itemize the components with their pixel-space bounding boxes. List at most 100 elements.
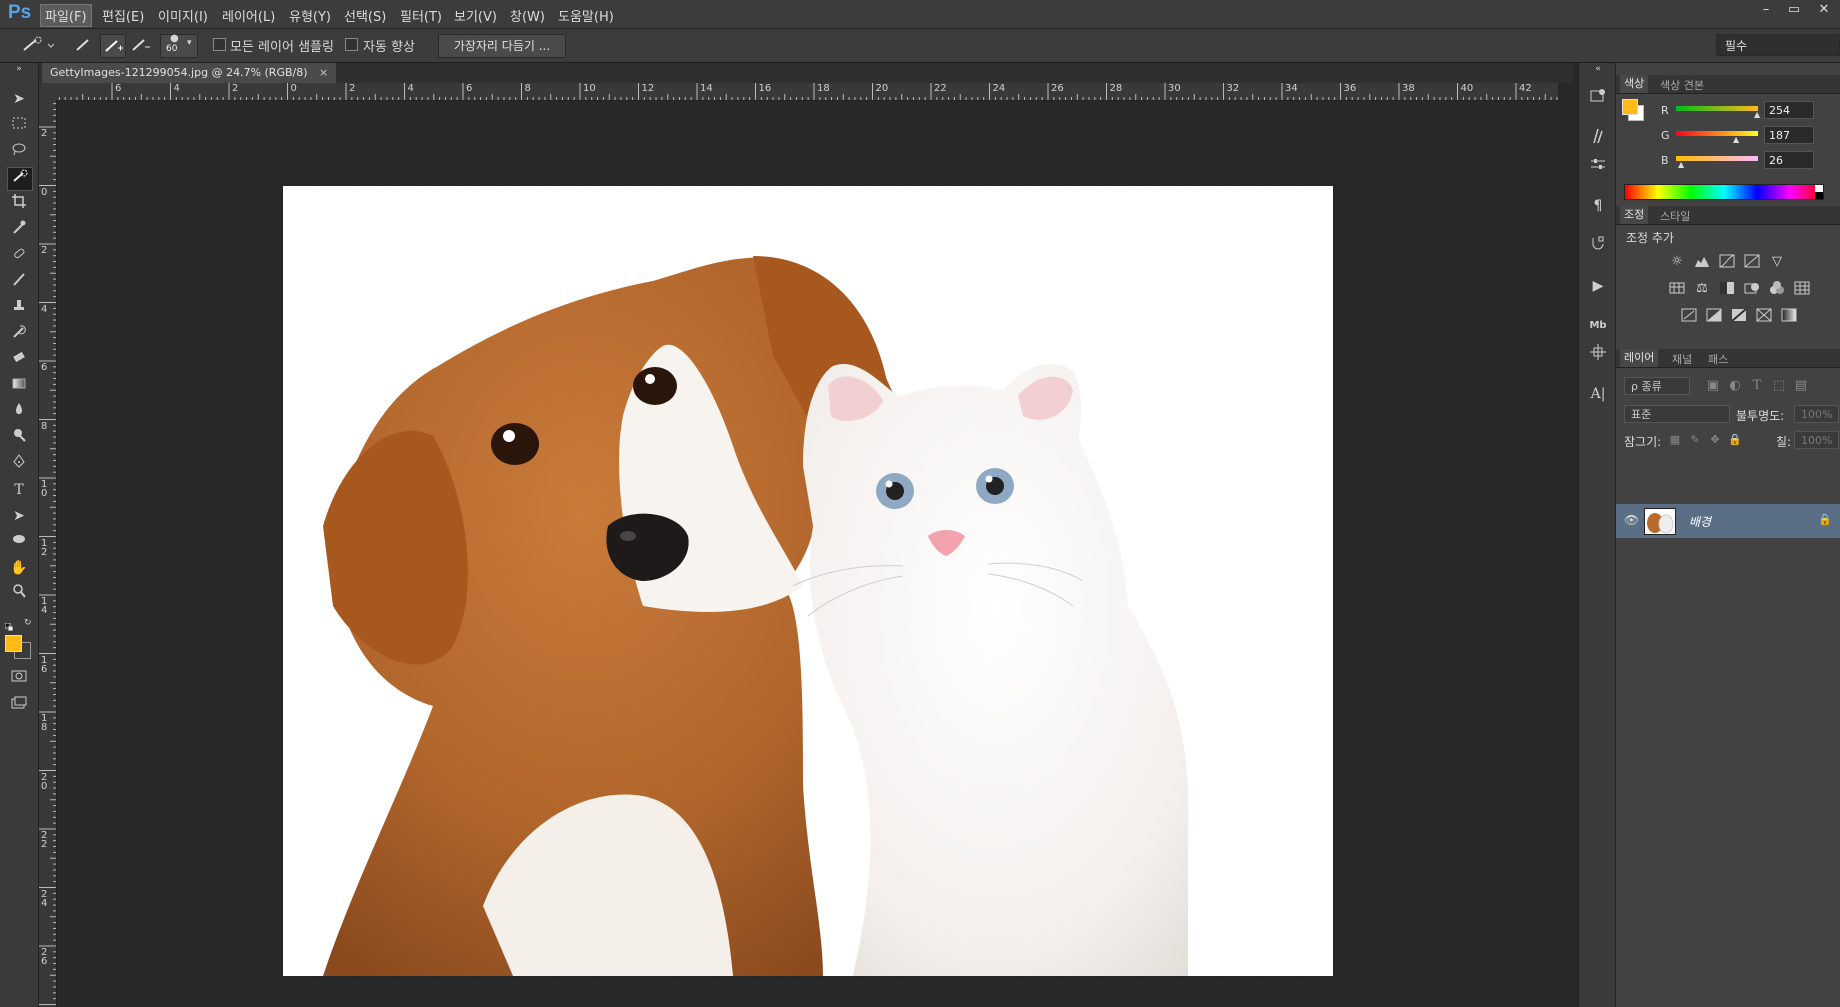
opacity-field[interactable]: 100% (1794, 405, 1839, 423)
actions-play-icon[interactable]: ▶ (1587, 275, 1609, 297)
lock-transparent-icon[interactable]: ▦ (1666, 432, 1684, 448)
new-selection-brush-icon[interactable] (72, 34, 96, 56)
add-to-selection-brush-icon[interactable] (100, 34, 126, 58)
auto-enhance-checkbox[interactable] (345, 38, 358, 51)
selective-color-icon[interactable] (1755, 308, 1773, 324)
menu-image[interactable]: 이미지(I) (154, 5, 212, 26)
menu-window[interactable]: 창(W) (506, 5, 549, 26)
red-slider-thumb[interactable]: ▲ (1754, 110, 1760, 119)
posterize-icon[interactable] (1705, 308, 1723, 324)
lock-all-icon[interactable]: 🔒 (1726, 432, 1744, 448)
color-lookup-icon[interactable] (1793, 281, 1811, 297)
history-brush-tool-icon[interactable] (7, 323, 31, 345)
visibility-eye-icon[interactable]: 👁 (1624, 513, 1639, 527)
ellipse-tool-icon[interactable] (7, 531, 31, 553)
blue-value-field[interactable]: 26 (1764, 151, 1814, 169)
hand-tool-icon[interactable]: ✋ (7, 557, 31, 579)
menu-edit[interactable]: 편집(E) (98, 5, 148, 26)
lasso-tool-icon[interactable] (7, 141, 31, 163)
sample-all-layers-checkbox[interactable] (213, 38, 226, 51)
filter-smart-object-icon[interactable]: ▤ (1792, 378, 1810, 394)
tab-layers[interactable]: 레이어 (1620, 349, 1659, 367)
green-slider-thumb[interactable]: ▲ (1733, 135, 1739, 144)
threshold-icon[interactable] (1730, 308, 1748, 324)
eraser-tool-icon[interactable] (7, 349, 31, 371)
photo-filter-icon[interactable] (1743, 281, 1761, 297)
brush-tool-icon[interactable] (7, 271, 31, 293)
blue-slider-thumb[interactable]: ▲ (1678, 160, 1684, 169)
black-white-icon[interactable] (1718, 281, 1736, 297)
vertical-ruler[interactable]: 2 0 2 4 6 8 10 12 14 16 18 20 22 24 26 (39, 100, 57, 1007)
foreground-color-swatch[interactable] (5, 635, 22, 652)
brightness-contrast-icon[interactable]: ☼ (1668, 254, 1686, 270)
minimize-icon[interactable]: – (1754, 2, 1778, 18)
tab-adjustments[interactable]: 조정 (1620, 206, 1649, 224)
close-tab-icon[interactable]: × (319, 66, 328, 79)
dodge-tool-icon[interactable] (7, 427, 31, 449)
levels-icon[interactable] (1693, 254, 1711, 270)
type-tool-icon[interactable]: T (7, 479, 31, 501)
lock-position-icon[interactable]: ✥ (1706, 432, 1724, 448)
move-tool-icon[interactable]: ➤ (7, 88, 31, 110)
clone-stamp-tool-icon[interactable] (7, 297, 31, 319)
filter-adjustment-icon[interactable]: ◐ (1726, 378, 1744, 394)
character-panel-icon[interactable]: A| (1587, 383, 1609, 405)
screen-mode-icon[interactable] (7, 695, 31, 717)
collapse-arrows-icon[interactable]: » (7, 63, 31, 75)
lock-image-icon[interactable]: ✎ (1686, 432, 1704, 448)
eyedropper-tool-icon[interactable] (7, 219, 31, 241)
vibrance-icon[interactable]: ▽ (1768, 254, 1786, 270)
pen-tool-icon[interactable] (7, 453, 31, 475)
gradient-tool-icon[interactable] (7, 375, 31, 397)
blur-tool-icon[interactable] (7, 401, 31, 423)
tab-styles[interactable]: 스타일 (1660, 208, 1690, 224)
workspace-selector[interactable]: 필수 (1716, 34, 1840, 56)
menu-select[interactable]: 선택(S) (340, 5, 390, 26)
green-value-field[interactable]: 187 (1764, 126, 1814, 144)
refine-edge-button[interactable]: 가장자리 다듬기 ... (438, 34, 566, 58)
menu-layer[interactable]: 레이어(L) (218, 5, 279, 26)
tool-presets-icon[interactable] (1587, 127, 1609, 149)
filter-shape-icon[interactable]: ⬚ (1770, 378, 1788, 394)
hue-saturation-icon[interactable] (1668, 281, 1686, 297)
menu-type[interactable]: 유형(Y) (285, 5, 335, 26)
layer-row[interactable]: 👁 배경 🔒 (1616, 504, 1840, 538)
mini-bridge-icon[interactable]: Mb (1587, 315, 1609, 337)
document-tab[interactable]: GettyImages-121299054.jpg @ 24.7% (RGB/8… (42, 63, 337, 83)
ruler-origin[interactable] (39, 83, 56, 100)
color-spectrum-bar[interactable] (1624, 184, 1824, 200)
quick-mask-icon[interactable] (7, 668, 31, 690)
exposure-icon[interactable] (1743, 254, 1761, 270)
blend-mode-select[interactable]: 표준 (1624, 405, 1730, 423)
tab-swatches[interactable]: 색상 견본 (1660, 77, 1704, 93)
swap-colors-icon[interactable]: ↻ (24, 618, 32, 628)
filter-type-icon[interactable]: T (1748, 378, 1766, 394)
gradient-map-icon[interactable] (1780, 308, 1798, 324)
brush-size-picker[interactable]: ● 60 ▾ (160, 33, 198, 58)
fill-field[interactable]: 100% (1794, 431, 1839, 449)
clone-source-icon[interactable] (1587, 235, 1609, 257)
channel-mixer-icon[interactable] (1768, 281, 1786, 297)
info-panel-icon[interactable] (1587, 343, 1609, 365)
default-colors-icon[interactable] (4, 620, 14, 632)
filter-pixel-icon[interactable]: ▣ (1704, 378, 1722, 394)
red-value-field[interactable]: 254 (1764, 101, 1814, 119)
menu-view[interactable]: 보기(V) (450, 5, 501, 26)
menu-file[interactable]: 파일(F) (40, 4, 92, 27)
crop-tool-icon[interactable] (7, 193, 31, 215)
curves-icon[interactable] (1718, 254, 1736, 270)
path-selection-tool-icon[interactable]: ➤ (7, 505, 31, 527)
document-canvas[interactable] (282, 185, 1334, 977)
paragraph-icon[interactable]: ¶ (1587, 195, 1609, 217)
blue-slider[interactable] (1676, 156, 1758, 161)
red-slider[interactable] (1676, 106, 1758, 111)
tab-paths[interactable]: 패스 (1708, 351, 1728, 367)
tab-color[interactable]: 색상 (1620, 75, 1649, 93)
menu-help[interactable]: 도움말(H) (554, 5, 618, 26)
tool-preset-picker[interactable] (18, 34, 56, 56)
subtract-selection-brush-icon[interactable] (128, 34, 152, 56)
green-slider[interactable] (1676, 131, 1758, 136)
history-panel-icon[interactable] (1587, 87, 1609, 109)
quick-selection-tool-icon[interactable] (7, 167, 33, 191)
tab-channels[interactable]: 채널 (1672, 351, 1692, 367)
